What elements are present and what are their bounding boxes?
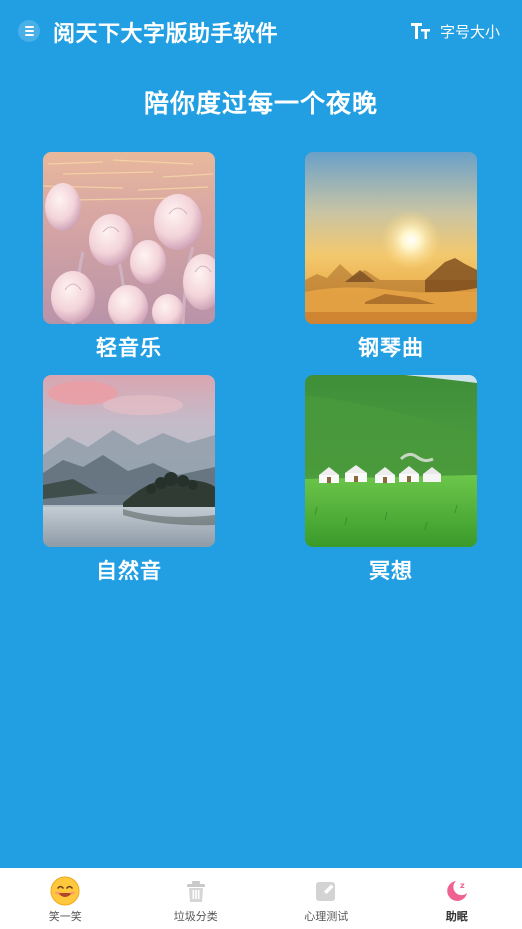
nav-item-garbage-sorting[interactable]: 垃圾分类 (131, 868, 262, 929)
nature-sounds-image (43, 375, 215, 547)
app-root: 阅天下大字版助手软件 字号大小 陪你度过每一个夜晚 轻音乐 钢琴曲 自然音 冥想… (0, 0, 522, 929)
meditation-image (305, 375, 477, 547)
nav-label: 笑一笑 (48, 910, 82, 923)
card-label: 自然音 (96, 559, 162, 583)
nav-item-psych-test[interactable]: 心理测试 (261, 868, 392, 929)
nav-label: 心理测试 (304, 910, 349, 923)
sunrise-illustration (305, 152, 477, 324)
menu-button[interactable] (18, 20, 40, 42)
moon-sleep-icon: z (442, 876, 472, 906)
card-nature-sounds[interactable]: 自然音 (43, 375, 215, 585)
text-size-icon (410, 23, 430, 39)
grassland-yurts-illustration (305, 375, 477, 547)
card-meditation[interactable]: 冥想 (305, 375, 477, 585)
top-bar: 阅天下大字版助手软件 字号大小 (0, 0, 522, 62)
menu-icon-line (24, 34, 34, 36)
card-label: 轻音乐 (96, 336, 162, 360)
menu-icon-line (24, 30, 34, 32)
smile-icon (50, 876, 80, 906)
nav-label: 助眠 (445, 910, 468, 923)
edit-icon (311, 876, 341, 906)
card-label: 冥想 (369, 559, 413, 583)
nav-item-sleep-aid[interactable]: z 助眠 (392, 868, 522, 929)
app-title: 阅天下大字版助手软件 (53, 22, 279, 47)
card-label: 钢琴曲 (358, 336, 424, 360)
nav-label: 垃圾分类 (173, 910, 218, 923)
piano-image (305, 152, 477, 324)
page-slogan: 陪你度过每一个夜晚 (143, 89, 378, 118)
light-music-image (43, 152, 215, 324)
trash-icon (181, 876, 211, 906)
font-size-button[interactable]: 字号大小 (410, 18, 500, 44)
font-size-label: 字号大小 (439, 22, 500, 41)
card-piano[interactable]: 钢琴曲 (305, 152, 477, 362)
mountain-lake-illustration (43, 375, 215, 547)
card-light-music[interactable]: 轻音乐 (43, 152, 215, 362)
nav-item-smile[interactable]: 笑一笑 (0, 868, 131, 929)
tulips-illustration (43, 152, 215, 324)
menu-icon-line (24, 26, 34, 28)
bottom-navigation: 笑一笑 垃圾分类 心理测试 z 助眠 (0, 868, 522, 929)
svg-text:z: z (460, 881, 465, 890)
